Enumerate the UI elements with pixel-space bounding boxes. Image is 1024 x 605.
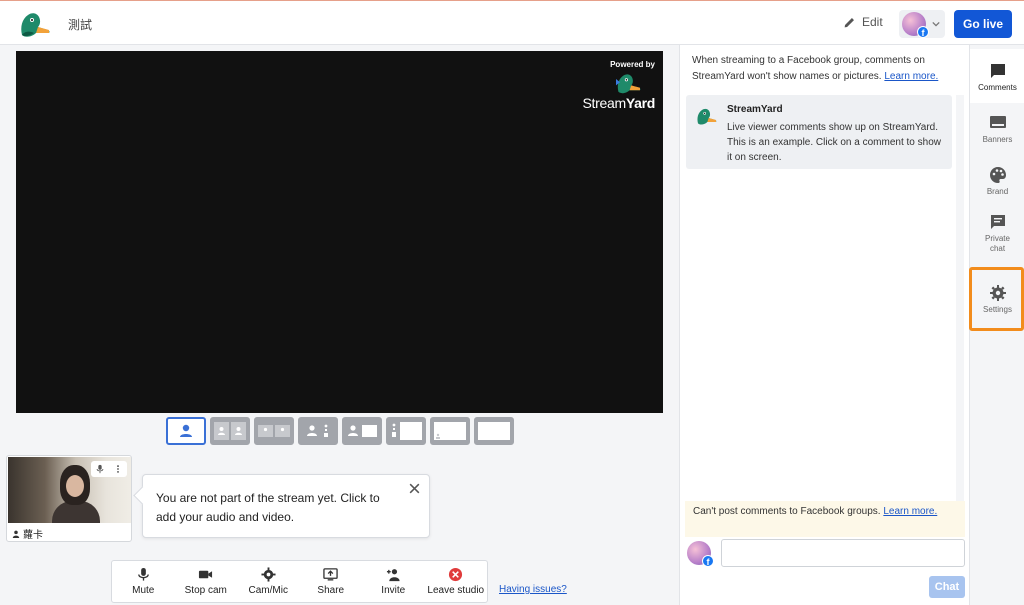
layout-side-by-side-icon — [392, 422, 422, 440]
mic-icon — [137, 567, 149, 581]
cant-post-notice: Can't post comments to Facebook groups. … — [685, 501, 965, 537]
join-stream-callout: You are not part of the stream yet. Clic… — [142, 474, 430, 538]
powered-by-label: Powered by — [610, 60, 655, 69]
right-sidebar: Comments Banners Brand Private chat Sett… — [969, 45, 1024, 605]
rail-settings-label: Settings — [983, 305, 1012, 314]
mute-label: Mute — [132, 585, 155, 596]
rail-brand-label: Brand — [986, 187, 1009, 196]
stop-cam-button[interactable]: Stop cam — [175, 561, 238, 602]
video-camera-icon — [199, 570, 213, 579]
rail-comments-label: Comments — [978, 83, 1017, 92]
facebook-icon: f — [917, 26, 929, 38]
layout-screen-only-button[interactable] — [474, 417, 514, 445]
gear-icon — [989, 285, 1006, 301]
chevron-down-icon — [932, 21, 940, 27]
callout-text: You are not part of the stream yet. Clic… — [156, 491, 380, 524]
cant-post-text: Can't post comments to Facebook groups. — [693, 506, 881, 517]
cam-mic-label: Cam/Mic — [248, 585, 288, 596]
layout-screen-small-icon — [434, 422, 466, 440]
mute-button[interactable]: Mute — [112, 561, 175, 602]
participant-tile[interactable]: 蘿卡 — [6, 455, 132, 542]
leave-studio-label: Leave studio — [427, 585, 485, 596]
streamyard-brand: StreamYard — [582, 95, 656, 111]
rail-comments[interactable]: Comments — [970, 49, 1024, 103]
layout-selector — [166, 417, 514, 445]
layout-solo-button[interactable] — [166, 417, 206, 445]
layout-side-by-side-button[interactable] — [386, 417, 426, 445]
participant-video[interactable] — [8, 457, 131, 523]
layout-pip-icon — [348, 425, 377, 437]
layout-solo-icon — [180, 424, 192, 437]
streamyard-avatar-icon — [697, 108, 717, 125]
facebook-group-notice: When streaming to a Facebook group, comm… — [692, 53, 957, 85]
add-person-icon — [386, 569, 400, 582]
powered-by-watermark: Powered by StreamYard — [575, 60, 656, 111]
close-icon[interactable] — [408, 482, 421, 495]
layout-group-small-icon — [258, 425, 290, 437]
more-options-icon[interactable] — [113, 464, 123, 474]
user-avatar: f — [687, 541, 714, 567]
go-live-button[interactable]: Go live — [954, 10, 1012, 38]
comments-scrollbar[interactable] — [956, 95, 964, 535]
edit-button[interactable]: Edit — [843, 15, 883, 29]
cant-post-learn-more-link[interactable]: Learn more. — [883, 506, 937, 517]
participant-face — [66, 475, 84, 497]
comment-icon — [990, 64, 1005, 78]
streamyard-duck-logo-icon[interactable] — [16, 9, 52, 39]
rail-settings[interactable]: Settings — [970, 284, 1024, 315]
rail-private-chat[interactable]: Private chat — [970, 213, 1024, 254]
participant-controls — [91, 461, 127, 477]
leave-studio-button[interactable]: Leave studio — [425, 561, 488, 602]
comment-author: StreamYard — [727, 104, 783, 115]
layout-cropped-icon — [307, 424, 328, 437]
chat-input[interactable] — [721, 539, 965, 567]
participant-name-label: 蘿卡 — [23, 530, 43, 541]
comments-panel: When streaming to a Facebook group, comm… — [679, 45, 969, 605]
layout-group-icon — [214, 422, 246, 440]
invite-label: Invite — [381, 585, 406, 596]
rail-banners[interactable]: Banners — [970, 111, 1024, 145]
stop-cam-label: Stop cam — [184, 585, 227, 596]
comment-text: Live viewer comments show up on StreamYa… — [727, 122, 941, 163]
banner-icon — [989, 116, 1006, 128]
having-issues-link[interactable]: Having issues? — [499, 584, 567, 595]
layout-pip-button[interactable] — [342, 417, 382, 445]
facebook-icon: f — [702, 555, 714, 567]
duck-watermark-icon — [616, 74, 641, 94]
gear-icon — [261, 567, 276, 582]
leave-icon — [449, 567, 463, 582]
person-icon — [12, 530, 20, 538]
palette-icon — [989, 167, 1006, 183]
rail-private-chat-label: Private chat — [985, 234, 1010, 253]
cam-mic-button[interactable]: Cam/Mic — [237, 561, 300, 602]
invite-button[interactable]: Invite — [362, 561, 425, 602]
private-chat-icon — [990, 215, 1005, 229]
share-label: Share — [317, 585, 345, 596]
sample-comment[interactable]: StreamYard Live viewer comments show up … — [686, 95, 952, 169]
rail-brand[interactable]: Brand — [970, 166, 1024, 197]
edit-label: Edit — [862, 15, 883, 29]
layout-screen-small-button[interactable] — [430, 417, 470, 445]
pencil-icon — [844, 17, 854, 27]
bottom-toolbar: Mute Stop cam Cam/Mic Share Invite Leave… — [111, 560, 488, 603]
rail-banners-label: Banners — [982, 135, 1013, 144]
top-header: 測試 Edit f Go live — [0, 0, 1024, 45]
share-button[interactable]: Share — [300, 561, 363, 602]
mic-icon[interactable] — [95, 464, 105, 474]
stream-stage: Powered by StreamYard — [16, 51, 663, 413]
layout-group-button[interactable] — [210, 417, 250, 445]
studio-name: 測試 — [68, 18, 93, 32]
screen-share-icon — [323, 568, 338, 581]
destination-avatar: f — [902, 12, 929, 38]
learn-more-link[interactable]: Learn more. — [884, 71, 938, 82]
participant-name: 蘿卡 — [12, 526, 43, 541]
layout-group-small-button[interactable] — [254, 417, 294, 445]
layout-screen-only-icon — [478, 422, 510, 440]
chat-send-button[interactable]: Chat — [929, 576, 965, 598]
destination-selector[interactable]: f — [899, 10, 945, 38]
layout-cropped-button[interactable] — [298, 417, 338, 445]
